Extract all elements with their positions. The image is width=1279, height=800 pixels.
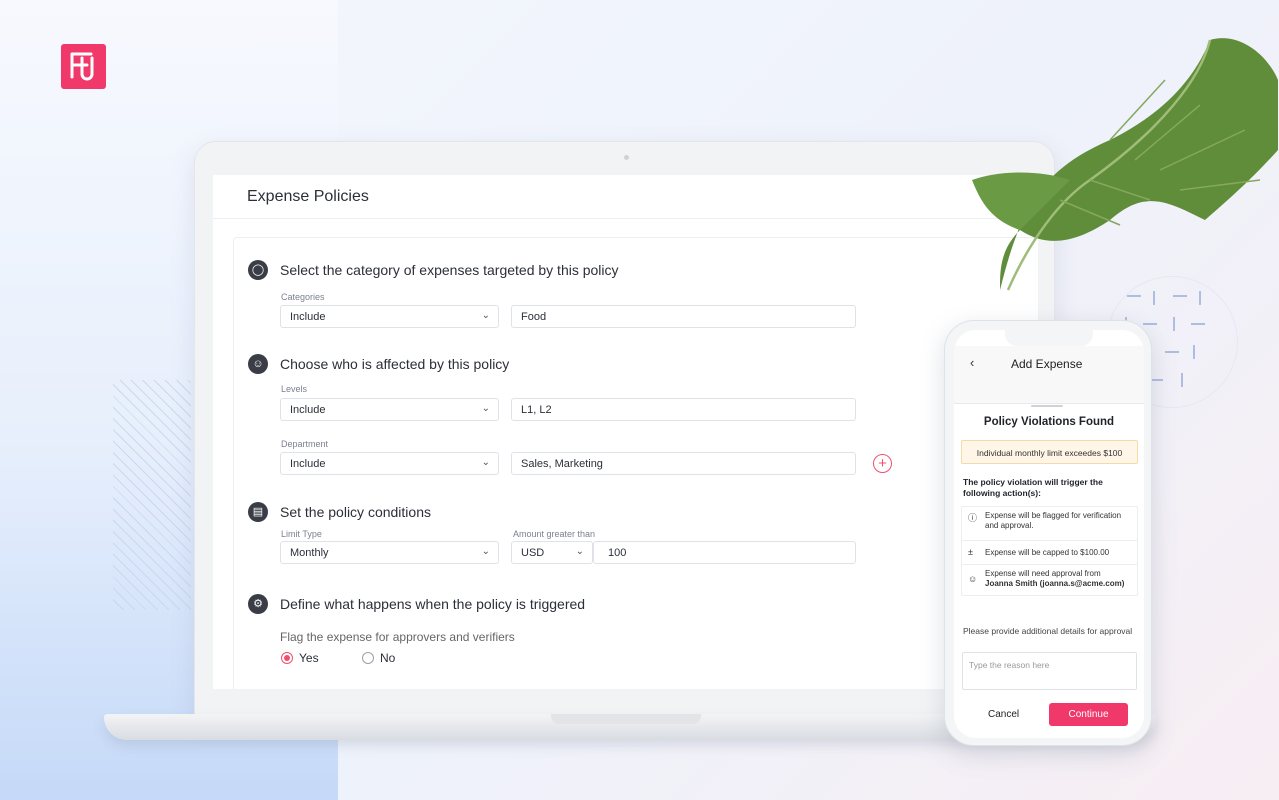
currency-value: USD [521, 547, 545, 559]
levels-label: Levels [281, 384, 308, 394]
flag-yes-radio[interactable] [281, 652, 293, 664]
page-title: Expense Policies [247, 188, 369, 205]
limit-type-label: Limit Type [281, 529, 322, 539]
amount-label: Amount greater than [513, 529, 596, 539]
levels-value-field[interactable]: L1, L2 [511, 398, 856, 421]
phone-screen: ‹ Add Expense Policy Violations Found In… [954, 330, 1144, 738]
levels-mode-select[interactable]: Include ⌄ [280, 398, 499, 421]
categories-mode-value: Include [290, 311, 326, 323]
hatch-decoration [113, 380, 191, 610]
add-condition-button[interactable]: + [873, 454, 892, 473]
chevron-down-icon: ⌄ [481, 403, 490, 414]
phone-notch [1005, 330, 1093, 346]
amount-field[interactable]: 100 [593, 541, 856, 564]
section-title-triggered: Define what happens when the policy is t… [280, 596, 586, 612]
actions-list: ⓘ Expense will be flagged for verificati… [961, 506, 1138, 596]
page-header: Expense Policies [213, 175, 1038, 219]
chevron-down-icon: ⌄ [575, 546, 584, 557]
categories-label: Categories [281, 292, 325, 302]
reason-label: Please provide additional details for ap… [963, 626, 1133, 636]
limit-type-select[interactable]: Monthly ⌄ [280, 541, 499, 564]
plant-leaf-image [972, 38, 1278, 291]
phone-title: Add Expense [1011, 357, 1083, 371]
department-mode-select[interactable]: Include ⌄ [280, 452, 499, 475]
department-label: Department [281, 439, 329, 449]
currency-select[interactable]: USD ⌄ [511, 541, 593, 564]
chevron-down-icon: ⌄ [481, 457, 490, 468]
continue-button[interactable]: Continue [1049, 703, 1128, 726]
chevron-down-icon: ⌄ [481, 546, 490, 557]
categories-value-field[interactable]: Food [511, 305, 856, 328]
plus-minus-icon: ± [968, 547, 973, 557]
section-title-conditions: Set the policy conditions [280, 504, 431, 520]
action-item: ± Expense will be capped to $100.00 [962, 541, 1137, 565]
action-text: Expense will be capped to $100.00 [985, 548, 1110, 557]
back-chevron-icon[interactable]: ‹ [970, 355, 974, 370]
laptop-screen: Expense Policies ◯ Select the category o… [213, 175, 1038, 689]
cancel-button[interactable]: Cancel [988, 709, 1019, 720]
section-title-affected: Choose who is affected by this policy [280, 356, 510, 372]
department-mode-value: Include [290, 458, 326, 470]
users-icon: ☺ [968, 574, 978, 584]
laptop-notch [551, 714, 701, 724]
action-text: Expense will need approval from [985, 569, 1101, 578]
violations-title: Policy Violations Found [983, 416, 1115, 428]
approver-name: Joanna Smith (joanna.s@acme.com) [985, 579, 1125, 588]
chevron-down-icon: ⌄ [481, 310, 490, 321]
tag-icon: ◯ [248, 260, 268, 280]
wrench-icon: ⚙ [248, 594, 268, 614]
sheet-handle[interactable] [1031, 405, 1063, 407]
people-icon: ☺ [248, 354, 268, 374]
department-value-field[interactable]: Sales, Marketing [511, 452, 856, 475]
trigger-text: The policy violation will trigger the fo… [963, 477, 1103, 498]
flag-no-radio[interactable] [362, 652, 374, 664]
reason-input[interactable]: Type the reason here [962, 652, 1137, 690]
section-title-category: Select the category of expenses targeted… [280, 262, 619, 278]
phone-top-bar [954, 346, 1144, 404]
document-icon: ▤ [248, 502, 268, 522]
action-item: ⓘ Expense will be flagged for verificati… [962, 507, 1137, 541]
action-text: Expense will be flagged for verification… [985, 511, 1122, 530]
flag-question: Flag the expense for approvers and verif… [280, 630, 515, 644]
policy-form: ◯ Select the category of expenses target… [233, 237, 1038, 689]
flag-no-label: No [380, 651, 396, 665]
action-item: ☺ Expense will need approval from Joanna… [962, 565, 1137, 595]
flag-yes-label: Yes [299, 651, 319, 665]
categories-mode-select[interactable]: Include ⌄ [280, 305, 499, 328]
info-icon: ⓘ [968, 513, 978, 523]
laptop-camera [624, 155, 629, 160]
violation-warning-banner: Individual monthly limit exceedes $100 [961, 440, 1138, 464]
levels-mode-value: Include [290, 404, 326, 416]
brand-logo [61, 44, 106, 89]
limit-type-value: Monthly [290, 547, 329, 559]
